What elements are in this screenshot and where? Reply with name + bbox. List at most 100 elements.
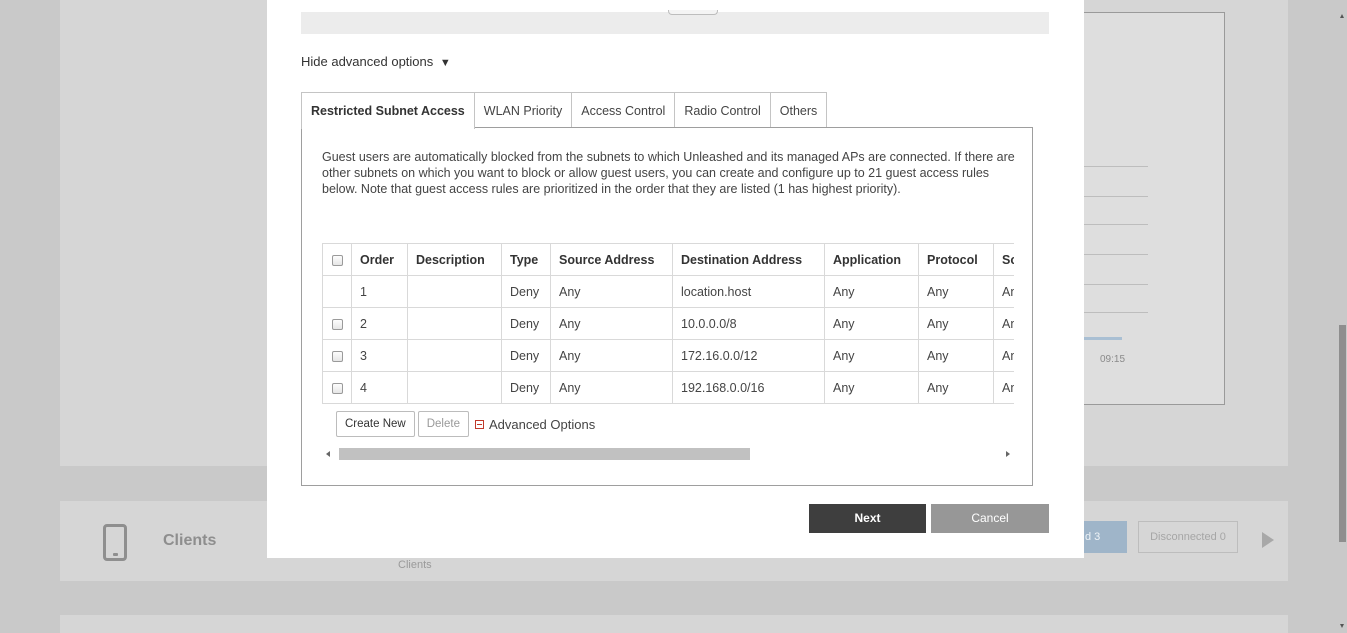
create-new-button[interactable]: Create New [336, 411, 415, 437]
cell-destination-address: location.host [672, 275, 825, 308]
cell-description [407, 275, 502, 308]
cell-description [407, 307, 502, 340]
row-select-cell [322, 307, 352, 340]
table-horizontal-scrollbar[interactable] [322, 448, 1014, 460]
play-icon[interactable] [1262, 532, 1274, 548]
scroll-up-icon[interactable] [1340, 14, 1344, 18]
scroll-down-icon[interactable] [1340, 624, 1344, 628]
cell-order: 1 [351, 275, 408, 308]
cell-application: Any [824, 371, 919, 404]
traffic-chart: 09:15 [1078, 12, 1225, 405]
cell-source-address: Any [550, 275, 673, 308]
chart-gridline [1078, 284, 1148, 285]
cell-source-address: Any [550, 339, 673, 372]
clients-title: Clients [163, 532, 217, 549]
panel-description: Guest users are automatically blocked fr… [322, 150, 1015, 196]
tab-access-control[interactable]: Access Control [572, 92, 676, 128]
column-header-source-address[interactable]: Source Address [550, 243, 673, 276]
table-header-row: Order Description Type Source Address De… [322, 243, 1014, 276]
cell-order: 4 [351, 371, 408, 404]
table-row[interactable]: 3 Deny Any 172.16.0.0/12 Any Any An [322, 339, 1014, 372]
dialog-top-strip [301, 10, 1049, 34]
cell-description [407, 371, 502, 404]
cell-application: Any [824, 339, 919, 372]
tab-wlan-priority[interactable]: WLAN Priority [474, 92, 573, 128]
cell-destination-address: 10.0.0.0/8 [672, 307, 825, 340]
hide-advanced-options-link[interactable]: Hide advanced options ▼ [301, 54, 451, 69]
cell-source-port: An [993, 307, 1014, 340]
row-select-cell [322, 339, 352, 372]
chart-gridline [1078, 166, 1148, 167]
dashboard-bottom-panel [60, 615, 1288, 633]
advanced-tabs: Restricted Subnet Access WLAN Priority A… [301, 92, 828, 129]
column-header-source-port[interactable]: So [993, 243, 1014, 276]
tab-restricted-subnet-access[interactable]: Restricted Subnet Access [301, 92, 475, 129]
cancel-button[interactable]: Cancel [931, 504, 1049, 533]
cell-description [407, 339, 502, 372]
column-header-description[interactable]: Description [407, 243, 502, 276]
column-header-destination-address[interactable]: Destination Address [672, 243, 825, 276]
chart-gridline [1078, 196, 1148, 197]
page-scrollbar[interactable] [1338, 0, 1347, 633]
tab-others[interactable]: Others [770, 92, 828, 128]
row-select-cell [322, 275, 352, 308]
scroll-right-icon[interactable] [1006, 451, 1010, 457]
chart-gridline [1078, 224, 1148, 225]
table-row[interactable]: 2 Deny Any 10.0.0.0/8 Any Any An [322, 307, 1014, 340]
cell-destination-address: 172.16.0.0/12 [672, 339, 825, 372]
cell-application: Any [824, 307, 919, 340]
cell-source-address: Any [550, 307, 673, 340]
cell-source-address: Any [550, 371, 673, 404]
cell-type: Deny [501, 307, 551, 340]
column-header-protocol[interactable]: Protocol [918, 243, 994, 276]
clients-subtitle: Clients [398, 559, 432, 571]
row-checkbox[interactable] [331, 350, 343, 362]
scroll-left-icon[interactable] [326, 451, 330, 457]
next-button[interactable]: Next [809, 504, 926, 533]
select-all-cell [322, 243, 352, 276]
delete-button[interactable]: Delete [417, 411, 469, 437]
table-row[interactable]: 4 Deny Any 192.168.0.0/16 Any Any An [322, 371, 1014, 404]
connected-badge[interactable]: d 3 [1083, 521, 1127, 553]
cell-protocol: Any [918, 339, 994, 372]
row-checkbox[interactable] [331, 318, 343, 330]
cell-source-port: An [993, 275, 1014, 308]
cell-destination-address: 192.168.0.0/16 [672, 371, 825, 404]
cell-type: Deny [501, 275, 551, 308]
cell-source-port: An [993, 371, 1014, 404]
phone-icon [103, 524, 127, 561]
chart-bar [1078, 337, 1122, 340]
cell-application: Any [824, 275, 919, 308]
cell-protocol: Any [918, 275, 994, 308]
cell-order: 3 [351, 339, 408, 372]
triangle-down-icon: ▼ [439, 57, 451, 69]
table-actions: Create New Delete Advanced Options [336, 411, 595, 437]
advanced-options-label: Advanced Options [488, 416, 596, 432]
hide-advanced-options-label: Hide advanced options [301, 54, 434, 69]
row-select-cell [322, 371, 352, 404]
chart-gridline [1078, 254, 1148, 255]
column-header-order[interactable]: Order [351, 243, 408, 276]
advanced-options-toggle[interactable]: Advanced Options [474, 416, 596, 432]
cell-protocol: Any [918, 371, 994, 404]
column-header-type[interactable]: Type [501, 243, 551, 276]
disconnected-badge[interactable]: Disconnected 0 [1138, 521, 1238, 553]
cell-type: Deny [501, 371, 551, 404]
horizontal-scroll-thumb[interactable] [339, 448, 750, 460]
column-header-application[interactable]: Application [824, 243, 919, 276]
cell-order: 2 [351, 307, 408, 340]
restricted-subnet-panel: Guest users are automatically blocked fr… [301, 127, 1033, 486]
rules-table-viewport: Order Description Type Source Address De… [322, 243, 1014, 418]
collapse-icon [474, 419, 484, 429]
row-checkbox[interactable] [331, 382, 343, 394]
scrollbar-thumb[interactable] [1339, 325, 1346, 542]
guest-access-dialog: Hide advanced options ▼ Restricted Subne… [267, 0, 1084, 558]
tab-radio-control[interactable]: Radio Control [675, 92, 771, 128]
strip-handle [668, 10, 718, 15]
cell-source-port: An [993, 339, 1014, 372]
cell-protocol: Any [918, 307, 994, 340]
table-row[interactable]: 1 Deny Any location.host Any Any An [322, 275, 1014, 308]
chart-gridline [1078, 312, 1148, 313]
select-all-checkbox[interactable] [331, 254, 343, 266]
guest-access-rules-table: Order Description Type Source Address De… [322, 243, 1014, 404]
